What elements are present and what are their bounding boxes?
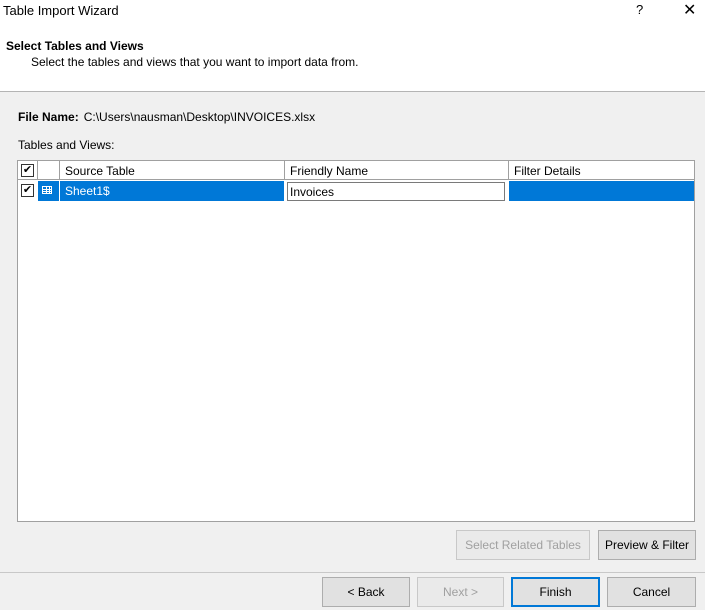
column-header-source-table[interactable]: Source Table: [60, 161, 285, 180]
back-button[interactable]: < Back: [322, 577, 410, 607]
select-related-tables-button[interactable]: Select Related Tables: [456, 530, 590, 560]
grid-header: ✔ Source Table Friendly Name Filter Deta…: [18, 161, 694, 180]
table-row[interactable]: ✔ Sheet1$: [18, 181, 694, 201]
column-header-filter-label: Filter Details: [514, 164, 581, 178]
file-name-label: File Name:: [18, 110, 79, 124]
page-title: Select Tables and Views: [6, 39, 144, 53]
close-button[interactable]: ✕: [683, 0, 696, 20]
source-table-name: Sheet1$: [65, 184, 110, 198]
row-checkbox[interactable]: ✔: [21, 184, 34, 197]
row-icon-cell: [38, 181, 59, 201]
preview-filter-button[interactable]: Preview & Filter: [598, 530, 696, 560]
select-all-checkbox[interactable]: ✔: [21, 164, 34, 177]
filter-details-cell[interactable]: [509, 181, 694, 201]
page-subtitle: Select the tables and views that you wan…: [31, 55, 359, 69]
next-button[interactable]: Next >: [417, 577, 504, 607]
help-button[interactable]: ?: [636, 2, 643, 17]
header-icon-cell: [38, 161, 60, 180]
column-header-friendly-label: Friendly Name: [290, 164, 369, 178]
window-title: Table Import Wizard: [3, 3, 119, 18]
row-check-cell: ✔: [18, 181, 38, 201]
column-header-source-label: Source Table: [65, 164, 135, 178]
table-icon: [42, 186, 52, 194]
tables-grid[interactable]: ✔ Source Table Friendly Name Filter Deta…: [17, 160, 695, 522]
file-path: C:\Users\nausman\Desktop\INVOICES.xlsx: [83, 110, 316, 124]
footer-separator: [0, 572, 705, 573]
finish-button[interactable]: Finish: [511, 577, 600, 607]
column-header-filter-details[interactable]: Filter Details: [509, 161, 694, 180]
source-table-cell[interactable]: Sheet1$: [60, 181, 284, 201]
cancel-button[interactable]: Cancel: [607, 577, 696, 607]
header-select-all-cell: ✔: [18, 161, 38, 180]
friendly-name-cell[interactable]: [285, 181, 509, 201]
wizard-header: Select Tables and Views Select the table…: [0, 22, 705, 92]
tables-and-views-label: Tables and Views:: [18, 138, 115, 152]
friendly-name-input[interactable]: [287, 182, 505, 201]
column-header-friendly-name[interactable]: Friendly Name: [285, 161, 509, 180]
file-name-row: File Name: C:\Users\nausman\Desktop\INVOI…: [18, 110, 315, 124]
title-bar: Table Import Wizard ? ✕: [0, 0, 705, 22]
